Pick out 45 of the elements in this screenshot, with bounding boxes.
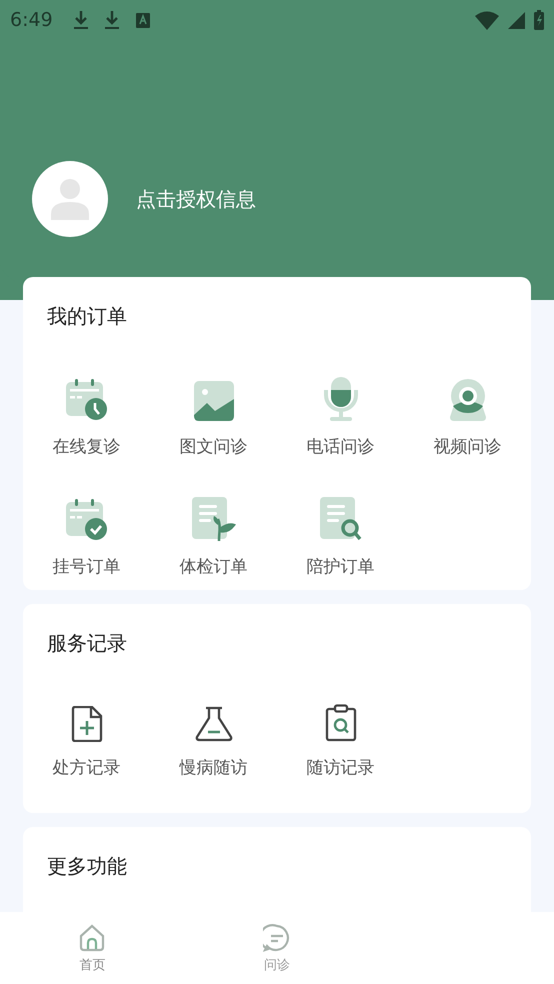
service-label: 慢病随访 <box>180 757 248 779</box>
clipboard-search-icon <box>324 704 356 742</box>
person-icon <box>51 178 89 220</box>
flask-icon <box>194 706 232 742</box>
order-item[interactable]: 陪护订单 <box>277 484 404 578</box>
section-title: 服务记录 <box>46 630 128 657</box>
order-item[interactable]: 图文问诊 <box>150 364 277 458</box>
signal-icon <box>508 12 525 28</box>
order-item[interactable]: 电话问诊 <box>277 364 404 458</box>
chat-icon <box>262 924 291 952</box>
document-search-icon <box>320 497 362 541</box>
login-prompt[interactable]: 点击授权信息 <box>136 186 256 212</box>
service-item[interactable]: 处方记录 <box>23 691 150 801</box>
home-icon <box>78 924 106 952</box>
order-label: 视频问诊 <box>434 436 502 458</box>
section-title: 更多功能 <box>46 853 128 880</box>
order-label: 图文问诊 <box>180 436 248 458</box>
document-plus-icon <box>70 706 102 742</box>
battery-icon <box>534 10 544 30</box>
order-label: 在线复诊 <box>52 436 120 458</box>
order-label: 陪护订单 <box>306 556 374 578</box>
webcam-icon <box>450 379 486 421</box>
calendar-clock-icon <box>66 379 108 421</box>
image-icon <box>194 381 234 421</box>
order-label: 挂号订单 <box>52 556 120 578</box>
order-item[interactable]: 在线复诊 <box>23 364 150 458</box>
keyboard-icon <box>136 12 150 28</box>
order-item[interactable]: 挂号订单 <box>23 484 150 578</box>
document-leaf-icon <box>192 497 236 541</box>
service-item[interactable]: 慢病随访 <box>150 691 277 801</box>
wifi-icon <box>475 10 499 30</box>
nav-tab[interactable]: 首页 <box>0 912 185 984</box>
service-label: 处方记录 <box>52 757 120 779</box>
microphone-icon <box>324 377 358 421</box>
service-label: 随访记录 <box>306 757 374 779</box>
order-item[interactable]: 视频问诊 <box>404 364 531 458</box>
section-title: 我的订单 <box>46 303 128 330</box>
order-label: 电话问诊 <box>306 436 374 458</box>
status-time: 6:49 <box>10 9 53 31</box>
service-item[interactable]: 随访记录 <box>277 691 404 801</box>
order-label: 体检订单 <box>180 556 248 578</box>
download-icon <box>104 10 119 30</box>
download-icon <box>74 10 88 30</box>
calendar-check-icon <box>66 499 108 541</box>
order-item[interactable]: 体检订单 <box>150 484 277 578</box>
